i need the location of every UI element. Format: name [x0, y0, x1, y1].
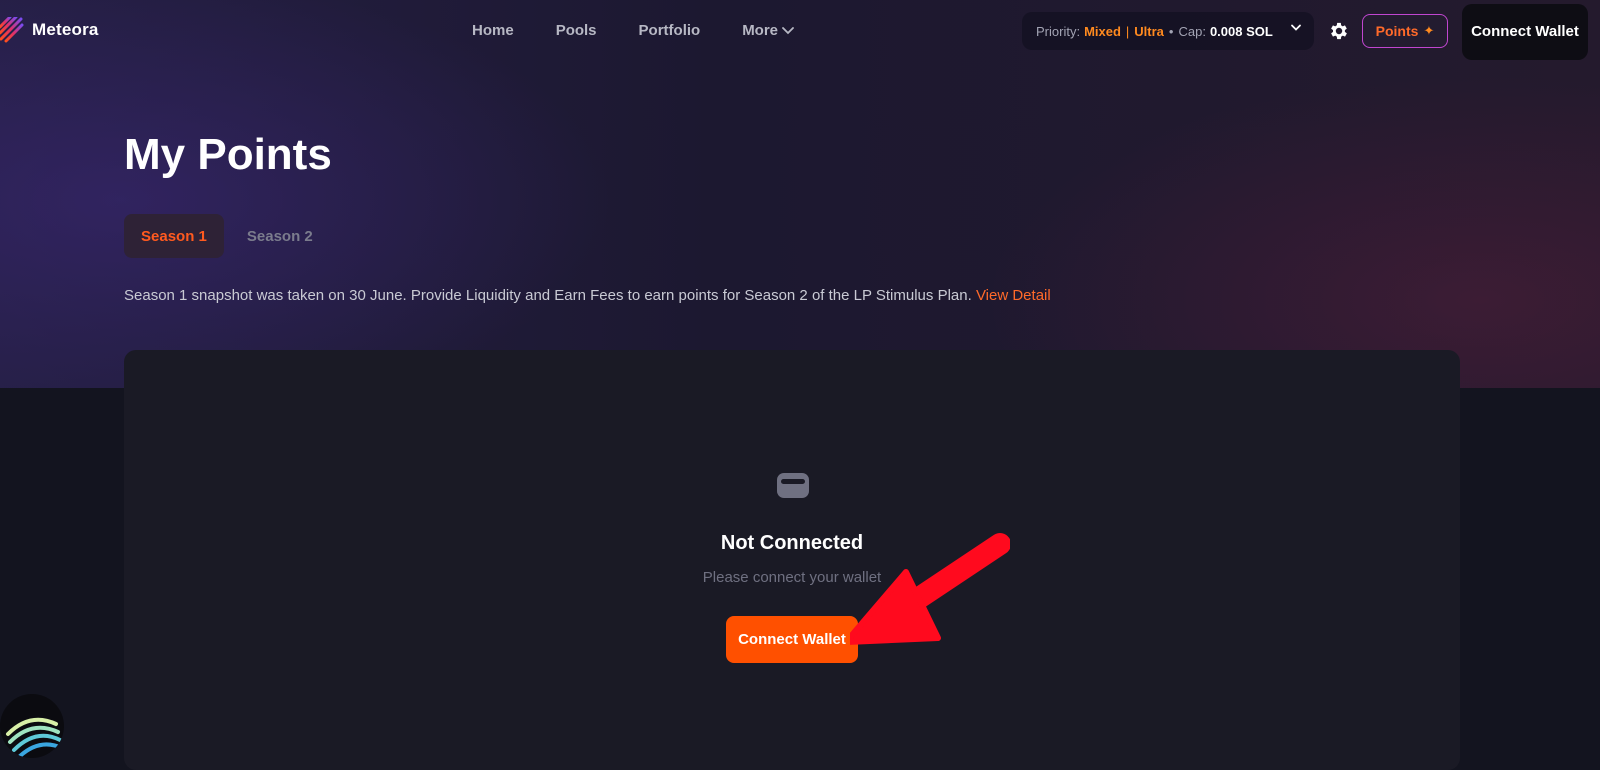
assistant-launcher[interactable]	[0, 694, 64, 758]
brand-name: Meteora	[32, 20, 99, 39]
season-notice: Season 1 snapshot was taken on 30 June. …	[124, 287, 1051, 304]
nav-home[interactable]: Home	[472, 22, 514, 39]
main-nav: Home Pools Portfolio More	[472, 22, 794, 39]
tab-season-1[interactable]: Season 1	[124, 214, 224, 258]
priority-mode-mixed: Mixed	[1084, 23, 1121, 39]
priority-label: Priority:	[1036, 23, 1081, 39]
not-connected-subtitle: Please connect your wallet	[702, 569, 882, 586]
points-label: Points	[1375, 23, 1419, 39]
nav-more[interactable]: More	[742, 22, 794, 39]
priority-dot: •	[1168, 23, 1174, 39]
cap-value: 0.008 SOL	[1209, 23, 1273, 39]
not-connected-title: Not Connected	[720, 532, 864, 554]
chevron-down-icon	[1291, 24, 1301, 31]
cap-label: Cap:	[1178, 23, 1206, 39]
meteora-logo-icon	[0, 17, 24, 43]
sparkle-icon: ✦	[1423, 23, 1435, 38]
points-card	[124, 350, 1460, 770]
red-arrow-annotation	[850, 533, 1010, 645]
points-button[interactable]: Points ✦	[1362, 14, 1448, 48]
swirl-logo-icon	[6, 717, 64, 758]
priority-fee-selector[interactable]: Priority: Mixed | Ultra • Cap: 0.008 SOL	[1022, 12, 1314, 50]
season-tabs: Season 1 Season 2	[124, 214, 330, 258]
nav-pools[interactable]: Pools	[556, 22, 597, 39]
priority-separator: |	[1125, 23, 1130, 39]
tab-season-2[interactable]: Season 2	[230, 214, 330, 258]
brand-logo[interactable]: Meteora	[0, 17, 99, 43]
priority-mode-ultra: Ultra	[1134, 23, 1164, 39]
page-title: My Points	[124, 130, 332, 179]
nav-portfolio[interactable]: Portfolio	[639, 22, 701, 39]
nav-more-label: More	[742, 22, 779, 39]
wallet-icon	[777, 473, 809, 498]
connect-wallet-header-button[interactable]: Connect Wallet	[1462, 4, 1588, 60]
gear-icon[interactable]	[1328, 20, 1350, 42]
top-header: Meteora Home Pools Portfolio More Priori…	[0, 0, 1600, 64]
chevron-down-icon	[782, 26, 794, 34]
connect-wallet-button[interactable]: Connect Wallet	[726, 616, 858, 663]
notice-text: Season 1 snapshot was taken on 30 June. …	[124, 287, 976, 304]
view-detail-link[interactable]: View Detail	[976, 287, 1051, 304]
